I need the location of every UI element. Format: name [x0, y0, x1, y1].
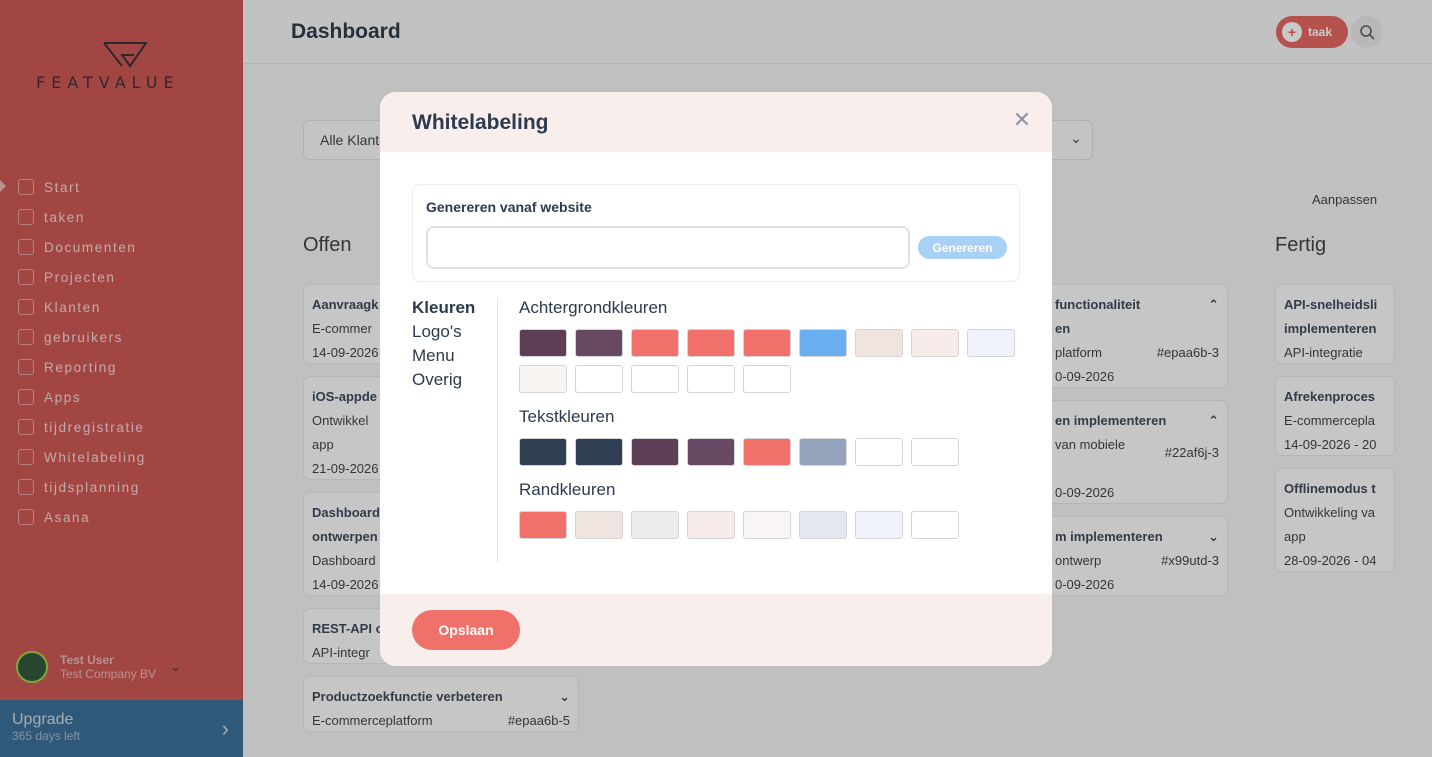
color-swatch[interactable] — [743, 511, 791, 539]
color-swatch-grid — [519, 511, 1023, 539]
color-swatch[interactable] — [799, 511, 847, 539]
save-button[interactable]: Opslaan — [412, 610, 520, 650]
color-swatch[interactable] — [519, 365, 567, 393]
tab-logos[interactable]: Logo's — [412, 322, 497, 346]
color-swatch[interactable] — [687, 329, 735, 357]
color-group: Tekstkleuren — [519, 407, 1019, 466]
color-swatch[interactable] — [631, 511, 679, 539]
color-swatch[interactable] — [855, 329, 903, 357]
color-swatch[interactable] — [799, 438, 847, 466]
close-icon[interactable]: ✕ — [1010, 108, 1034, 132]
generate-button[interactable]: Genereren — [918, 236, 1007, 259]
color-swatch[interactable] — [967, 329, 1015, 357]
color-swatch[interactable] — [575, 438, 623, 466]
color-swatch[interactable] — [911, 511, 959, 539]
whitelabel-tabs: Kleuren Logo's Menu Overig — [412, 298, 498, 562]
color-swatch[interactable] — [519, 329, 567, 357]
whitelabeling-modal: Whitelabeling ✕ Genereren vanaf website … — [380, 92, 1052, 666]
color-swatch[interactable] — [687, 365, 735, 393]
color-swatch[interactable] — [687, 438, 735, 466]
color-swatch[interactable] — [743, 329, 791, 357]
tab-kleuren[interactable]: Kleuren — [412, 298, 497, 322]
tab-menu[interactable]: Menu — [412, 346, 497, 370]
color-swatch[interactable] — [631, 438, 679, 466]
color-group: Achtergrondkleuren — [519, 298, 1019, 393]
modal-header: Whitelabeling ✕ — [380, 92, 1052, 152]
modal-footer: Opslaan — [380, 594, 1052, 666]
color-swatch[interactable] — [855, 511, 903, 539]
color-swatch[interactable] — [575, 511, 623, 539]
color-swatch[interactable] — [911, 329, 959, 357]
color-swatch[interactable] — [743, 365, 791, 393]
generate-label: Genereren vanaf website — [426, 199, 592, 215]
website-url-input[interactable] — [426, 226, 910, 269]
color-swatch[interactable] — [911, 438, 959, 466]
color-swatch[interactable] — [799, 329, 847, 357]
color-swatch-grid — [519, 329, 1023, 393]
color-group-title: Tekstkleuren — [519, 407, 615, 426]
color-swatch[interactable] — [855, 438, 903, 466]
color-swatch[interactable] — [631, 365, 679, 393]
color-groups: Achtergrondkleuren Tekstkleuren Randkleure… — [519, 298, 1019, 553]
color-group-title: Achtergrondkleuren — [519, 298, 668, 317]
color-swatch[interactable] — [743, 438, 791, 466]
color-swatch[interactable] — [519, 511, 567, 539]
modal-title: Whitelabeling — [412, 111, 549, 134]
color-swatch[interactable] — [687, 511, 735, 539]
generate-from-website-panel: Genereren vanaf website Genereren — [412, 184, 1020, 282]
color-group: Randkleuren — [519, 480, 1019, 539]
color-swatch[interactable] — [519, 438, 567, 466]
color-group-title: Randkleuren — [519, 480, 616, 499]
color-swatch-grid — [519, 438, 1023, 466]
tab-overig[interactable]: Overig — [412, 370, 497, 394]
color-swatch[interactable] — [631, 329, 679, 357]
color-swatch[interactable] — [575, 329, 623, 357]
color-swatch[interactable] — [575, 365, 623, 393]
